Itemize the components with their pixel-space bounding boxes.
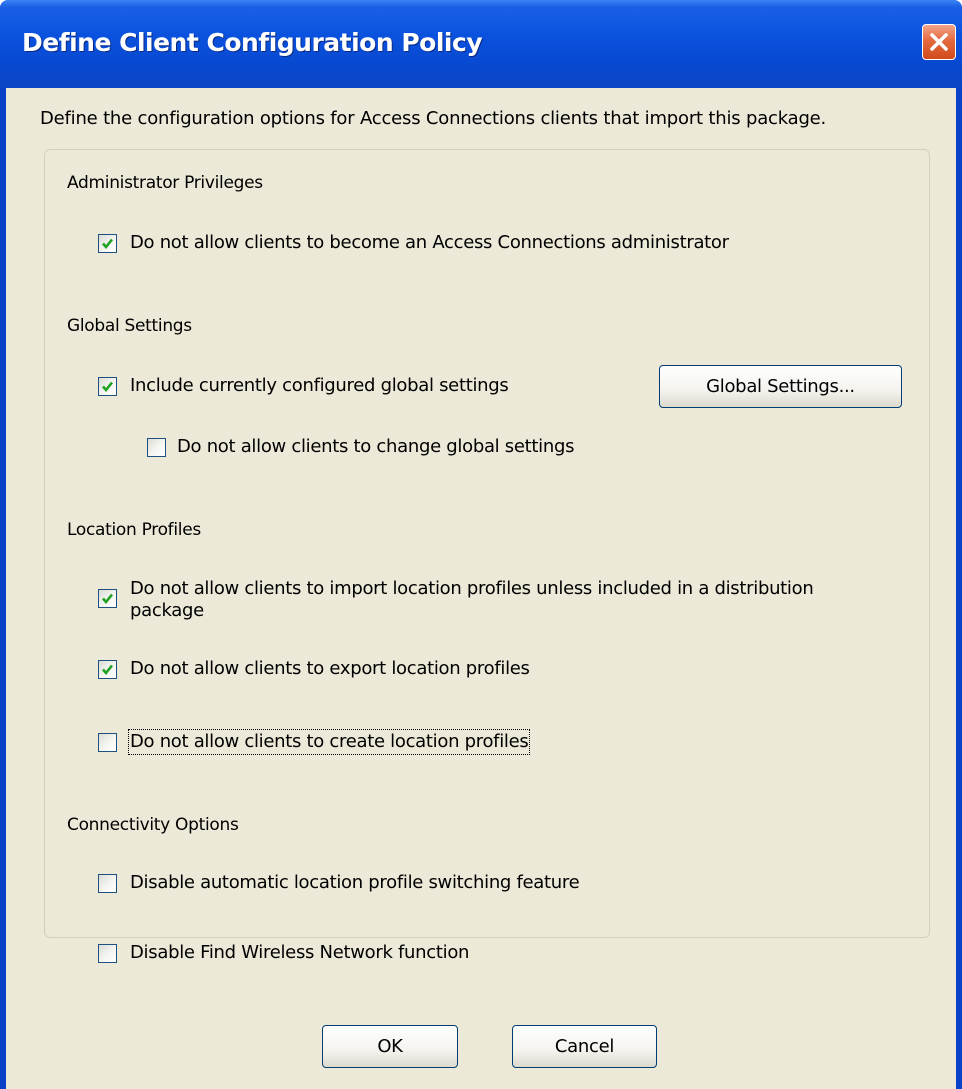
no-create-profiles-label[interactable]: Do not allow clients to create location … [127,729,531,755]
ok-button[interactable]: OK [322,1025,458,1068]
options-panel: Administrator Privileges Do not allow cl… [44,149,930,963]
include-global-settings-checkbox[interactable] [98,377,117,396]
no-change-global-checkbox[interactable] [147,438,166,457]
no-admin-checkbox[interactable] [98,234,117,253]
intro-text: Define the configuration options for Acc… [40,108,827,129]
title-bar[interactable]: Define Client Configuration Policy [0,0,962,88]
location-profiles-heading: Location Profiles [67,520,201,540]
no-change-global-label[interactable]: Do not allow clients to change global se… [177,436,574,458]
connectivity-options-heading: Connectivity Options [67,815,239,835]
global-settings-button[interactable]: Global Settings... [659,365,902,408]
no-create-profiles-checkbox[interactable] [98,733,117,752]
no-export-profiles-label[interactable]: Do not allow clients to export location … [130,658,530,680]
disable-find-wireless-checkbox[interactable] [98,944,117,963]
dialog-window: Define Client Configuration Policy Defin… [0,0,962,1089]
close-button[interactable] [922,24,956,60]
disable-switching-checkbox[interactable] [98,874,117,893]
include-global-settings-label[interactable]: Include currently configured global sett… [130,375,509,397]
admin-privileges-heading: Administrator Privileges [67,173,263,193]
disable-find-wireless-label[interactable]: Disable Find Wireless Network function [130,942,469,964]
cancel-button[interactable]: Cancel [512,1025,657,1068]
checkmark-icon [102,593,114,605]
no-import-profiles-checkbox[interactable] [98,589,117,608]
disable-switching-label[interactable]: Disable automatic location profile switc… [130,872,580,894]
checkmark-icon [102,238,114,250]
checkmark-icon [102,381,114,393]
no-export-profiles-checkbox[interactable] [98,660,117,679]
dialog-body: Define the configuration options for Acc… [6,88,956,1089]
close-icon [930,33,948,51]
checkmark-icon [102,664,114,676]
dialog-title: Define Client Configuration Policy [22,28,483,57]
no-import-profiles-label[interactable]: Do not allow clients to import location … [130,578,870,622]
no-admin-label[interactable]: Do not allow clients to become an Access… [130,232,729,254]
global-settings-heading: Global Settings [67,316,192,336]
